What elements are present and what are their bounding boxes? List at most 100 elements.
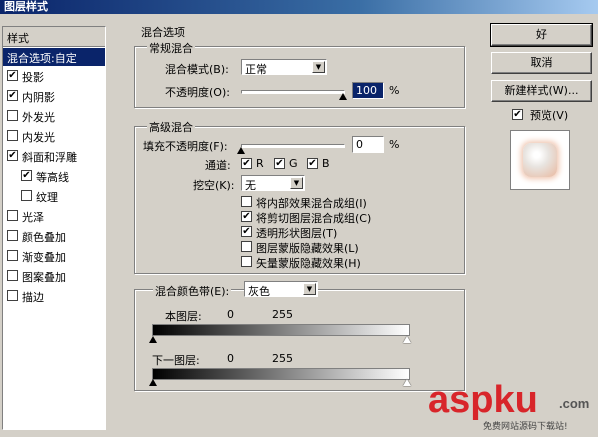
- style-list-item[interactable]: ✔ 斜面和浮雕: [3, 147, 105, 166]
- watermark-tagline: 免费网站源码下载站!: [483, 422, 568, 432]
- window-title: 图层样式: [4, 0, 48, 13]
- opacity-input[interactable]: 100: [352, 82, 384, 99]
- ok-button[interactable]: 好: [490, 23, 593, 47]
- knockout-label: 挖空(K):: [193, 179, 235, 192]
- style-list-item[interactable]: 颜色叠加: [3, 227, 105, 246]
- blending-options-title: 混合选项: [141, 26, 185, 39]
- blending-options-label: 混合选项:自定: [7, 52, 77, 65]
- style-list-item[interactable]: ✔ 内阴影: [3, 87, 105, 106]
- style-checkbox[interactable]: ✔: [21, 170, 32, 181]
- advanced-option-label: 将内部效果混合成组(I): [256, 197, 367, 210]
- channel-r-checkbox[interactable]: ✔: [241, 158, 252, 169]
- style-label: 纹理: [36, 191, 58, 204]
- channel-g-checkbox[interactable]: ✔: [274, 158, 285, 169]
- style-checkbox[interactable]: ✔: [7, 70, 18, 81]
- channel-b-label: B: [322, 157, 330, 170]
- cancel-button[interactable]: 取消: [491, 52, 592, 74]
- style-label: 颜色叠加: [22, 231, 66, 244]
- style-checkbox[interactable]: ✔: [7, 150, 18, 161]
- style-list-item[interactable]: 渐变叠加: [3, 247, 105, 266]
- underlying-layer-min: 0: [227, 352, 234, 365]
- fill-opacity-label: 填充不透明度(F):: [143, 140, 228, 153]
- blend-if-value: 灰色: [248, 285, 270, 298]
- styles-header-label: 样式: [7, 32, 29, 45]
- advanced-option-checkbox[interactable]: [241, 196, 252, 207]
- watermark-brand: aspku: [428, 379, 538, 421]
- chevron-down-icon: ▼: [312, 61, 325, 73]
- opacity-unit: %: [389, 84, 400, 97]
- style-checkbox[interactable]: [7, 210, 18, 221]
- style-label: 光泽: [22, 211, 44, 224]
- chevron-down-icon: ▼: [290, 177, 303, 189]
- fill-opacity-value: 0: [356, 138, 363, 151]
- style-checkbox[interactable]: [7, 230, 18, 241]
- style-checkbox[interactable]: [7, 110, 18, 121]
- preview-checkbox[interactable]: ✔: [512, 109, 523, 120]
- style-checkbox[interactable]: ✔: [7, 90, 18, 101]
- advanced-option-checkbox[interactable]: [241, 241, 252, 252]
- this-layer-gradient: [152, 324, 410, 336]
- advanced-option-checkbox[interactable]: [241, 256, 252, 267]
- opacity-value: 100: [356, 84, 377, 97]
- advanced-option-label: 透明形状图层(T): [256, 227, 338, 240]
- style-list-item[interactable]: 纹理: [3, 187, 105, 206]
- style-label: 投影: [22, 71, 44, 84]
- style-label: 斜面和浮雕: [22, 151, 77, 164]
- styles-list: 样式 混合选项:自定 ✔ 投影 ✔ 内阴影外发光内发光 ✔ 斜面和浮雕 ✔ 等高线纹理光泽颜色…: [2, 26, 106, 430]
- style-list-item[interactable]: 图案叠加: [3, 267, 105, 286]
- this-layer-min: 0: [227, 308, 234, 321]
- chevron-down-icon: ▼: [303, 283, 316, 295]
- watermark-logo: aspku .com 免费网站源码下载站!: [428, 380, 596, 436]
- watermark-tld: .com: [559, 396, 590, 411]
- style-checkbox[interactable]: [7, 130, 18, 141]
- this-layer-max: 255: [272, 308, 293, 321]
- blend-mode-label: 混合模式(B):: [165, 63, 229, 76]
- channel-g-label: G: [289, 157, 298, 170]
- style-label: 图案叠加: [22, 271, 66, 284]
- style-preview-thumbnail: [510, 130, 570, 190]
- advanced-option-checkbox[interactable]: ✔: [241, 211, 252, 222]
- style-checkbox[interactable]: [7, 250, 18, 261]
- blend-if-label: 混合颜色带(E):: [153, 283, 232, 299]
- advanced-option-checkbox[interactable]: ✔: [241, 226, 252, 237]
- blend-if-select[interactable]: 灰色 ▼: [244, 281, 318, 298]
- new-style-button[interactable]: 新建样式(W)...: [491, 80, 592, 102]
- knockout-select[interactable]: 无 ▼: [241, 175, 305, 192]
- advanced-option-label: 图层蒙版隐藏效果(L): [256, 242, 359, 255]
- style-checkbox[interactable]: [21, 190, 32, 201]
- style-label: 描边: [22, 291, 44, 304]
- opacity-slider[interactable]: [241, 90, 345, 94]
- opacity-label: 不透明度(O):: [165, 86, 230, 99]
- style-list-item[interactable]: ✔ 投影: [3, 67, 105, 86]
- channel-b-checkbox[interactable]: ✔: [307, 158, 318, 169]
- underlying-layer-label: 下一图层:: [152, 354, 200, 367]
- blend-mode-value: 正常: [245, 63, 267, 76]
- style-list-item[interactable]: 内发光: [3, 127, 105, 146]
- style-label: 内阴影: [22, 91, 55, 104]
- blend-mode-select[interactable]: 正常 ▼: [241, 59, 327, 76]
- advanced-option-label: 将剪切图层混合成组(C): [256, 212, 372, 225]
- preview-swatch: [523, 143, 557, 177]
- underlying-layer-max: 255: [272, 352, 293, 365]
- style-label: 内发光: [22, 131, 55, 144]
- title-bar[interactable]: 图层样式: [0, 0, 598, 14]
- advanced-blending-title: 高级混合: [147, 119, 195, 135]
- advanced-option-label: 矢量蒙版隐藏效果(H): [256, 257, 361, 270]
- blending-options-item[interactable]: 混合选项:自定: [3, 48, 105, 66]
- fill-opacity-slider[interactable]: [241, 144, 345, 148]
- style-list-item[interactable]: ✔ 等高线: [3, 167, 105, 186]
- style-label: 渐变叠加: [22, 251, 66, 264]
- fill-opacity-input[interactable]: 0: [352, 136, 384, 153]
- general-blending-title: 常规混合: [147, 40, 195, 56]
- style-list-item[interactable]: 光泽: [3, 207, 105, 226]
- underlying-layer-gradient: [152, 368, 410, 380]
- style-checkbox[interactable]: [7, 270, 18, 281]
- channel-r-label: R: [256, 157, 264, 170]
- style-list-item[interactable]: 外发光: [3, 107, 105, 126]
- styles-list-header: 样式: [3, 27, 105, 47]
- style-list-item[interactable]: 描边: [3, 287, 105, 306]
- style-checkbox[interactable]: [7, 290, 18, 301]
- style-label: 等高线: [36, 171, 69, 184]
- preview-label: 预览(V): [530, 109, 569, 122]
- this-layer-label: 本图层:: [165, 310, 202, 323]
